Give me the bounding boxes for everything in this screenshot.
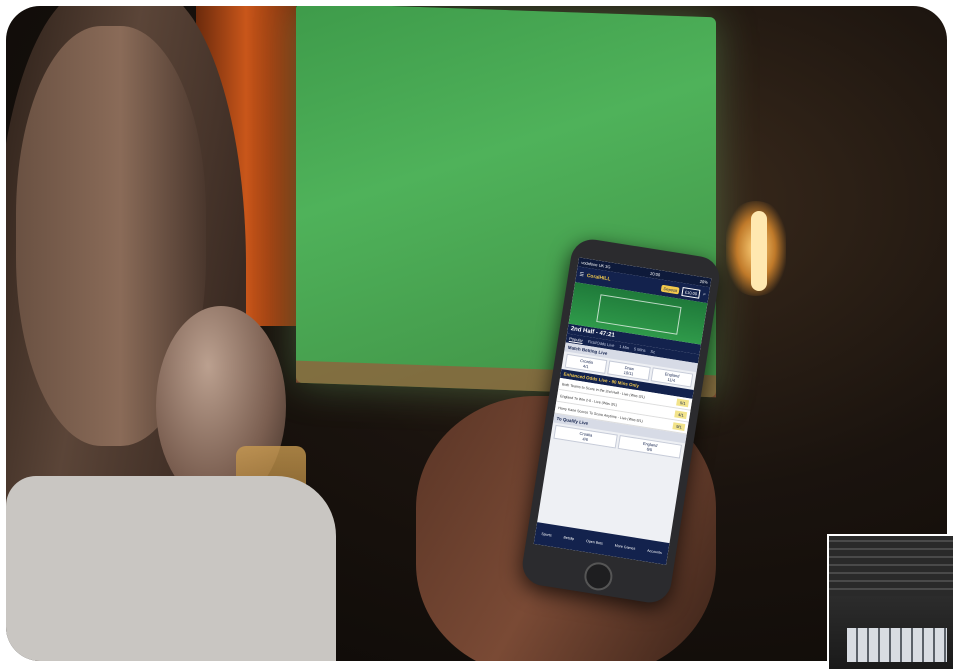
phone-home-button[interactable]	[582, 560, 615, 593]
photo-frame: vodafone UK 3G 20:00 20% ☰ CoralHILL Dep…	[6, 6, 947, 661]
inset-thumbnail-betting-shop	[827, 534, 953, 671]
battery-text: 20%	[699, 278, 709, 285]
nav-betslip[interactable]: Betslip	[563, 535, 574, 541]
search-icon[interactable]: ⌕	[703, 291, 707, 297]
balance-display[interactable]: £10.00	[681, 286, 701, 299]
tab-5-mins[interactable]: 5 Mins	[634, 346, 646, 353]
app-logo: CoralHILL	[586, 272, 611, 283]
clock-text: 20:00	[649, 270, 661, 278]
inset-screens-wall	[847, 628, 947, 662]
nav-more-games[interactable]: More Games	[614, 544, 635, 551]
inset-ceiling	[829, 536, 953, 596]
nav-open-bets[interactable]: Open Bets	[586, 539, 603, 546]
nav-sports[interactable]: Sports	[541, 532, 552, 538]
menu-icon[interactable]: ☰	[579, 272, 584, 279]
wall-lamp-bulb	[751, 211, 767, 291]
tab-1-min[interactable]: 1 Min	[619, 344, 629, 350]
tab-sc[interactable]: Sc	[650, 349, 655, 355]
nav-accounts[interactable]: Accounts	[647, 549, 662, 555]
white-shirt	[6, 476, 336, 661]
tab-popular[interactable]: Popular	[569, 336, 583, 343]
deposit-button[interactable]: Deposit	[661, 284, 680, 294]
bottom-navigation: Sports Betslip Open Bets More Games Acco…	[533, 522, 670, 565]
